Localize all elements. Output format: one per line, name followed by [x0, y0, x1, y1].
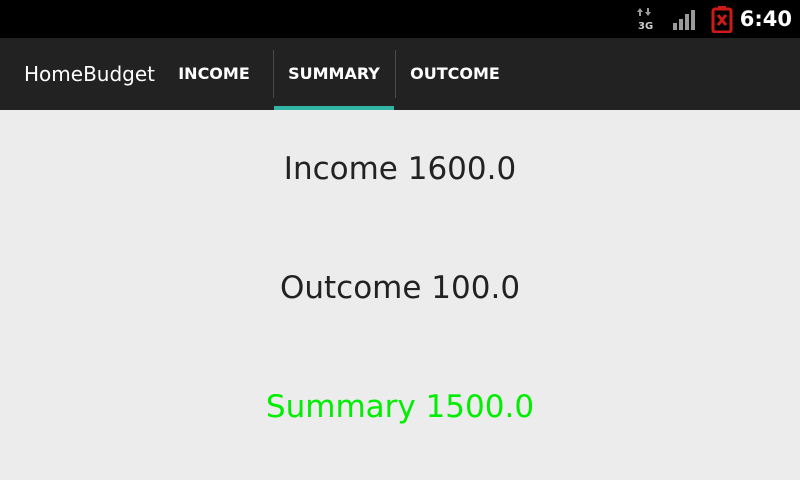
outcome-total: Outcome 100.0 — [279, 270, 521, 306]
battery-empty-icon — [711, 5, 733, 34]
app-title: HomeBudget — [24, 62, 155, 86]
status-clock: 6:40 — [739, 7, 792, 31]
summary-content: Income 1600.0 Outcome 100.0 Summary 1500… — [0, 110, 800, 480]
tab-summary[interactable]: SUMMARY — [274, 38, 394, 110]
income-total: Income 1600.0 — [283, 151, 517, 187]
tab-outcome[interactable]: OUTCOME — [396, 38, 514, 110]
tab-summary-label: SUMMARY — [288, 64, 380, 83]
summary-total: Summary 1500.0 — [265, 389, 535, 425]
tab-income[interactable]: INCOME — [156, 38, 272, 110]
signal-icon — [672, 9, 698, 31]
data-arrows-icon: 3G — [636, 7, 656, 32]
network-type-label: 3G — [638, 21, 653, 31]
tab-income-label: INCOME — [178, 64, 250, 83]
tab-outcome-label: OUTCOME — [410, 64, 500, 83]
status-bar: 3G 6:40 — [0, 0, 800, 38]
action-bar: HomeBudget INCOME SUMMARY OUTCOME — [0, 38, 800, 110]
